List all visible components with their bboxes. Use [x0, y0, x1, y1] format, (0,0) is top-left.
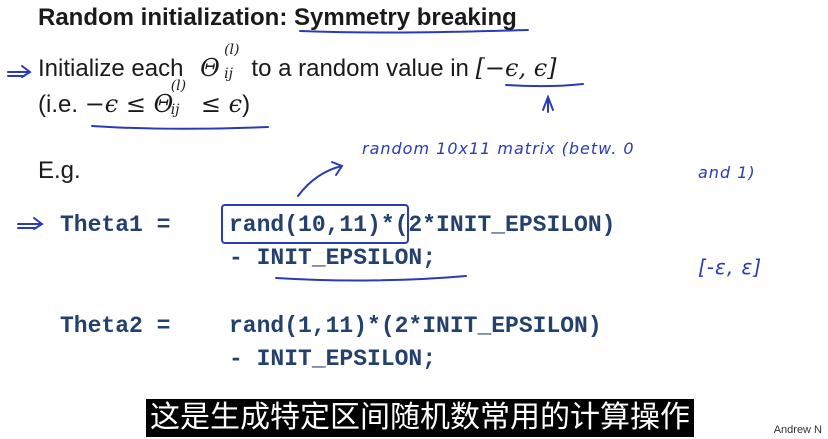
video-subtitle: 这是生成特定区间随机数常用的计算操作 — [146, 399, 694, 437]
ink-annotations — [7, 29, 584, 282]
arrow-to-rand — [297, 161, 344, 197]
title-underline — [299, 29, 529, 34]
rand-box — [221, 204, 409, 244]
arrow-mark-line1 — [7, 65, 32, 78]
ie-underline — [91, 125, 269, 130]
epsilon-underline — [275, 275, 467, 282]
author-watermark: Andrew N — [773, 424, 822, 436]
interval-underline — [505, 83, 584, 88]
caret-arrow — [542, 94, 554, 113]
arrow-mark-theta1 — [17, 217, 44, 230]
